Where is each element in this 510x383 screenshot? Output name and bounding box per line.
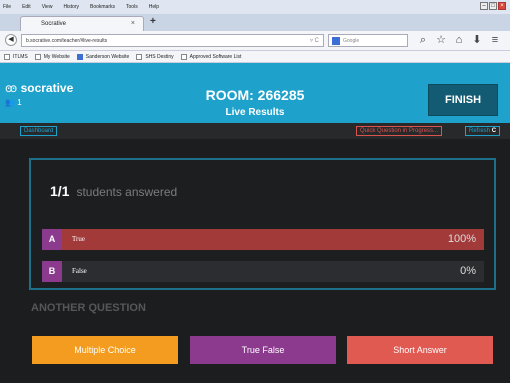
tab-strip: Socrative × + [0, 14, 510, 31]
reload-icon[interactable]: ▿ C [310, 37, 319, 44]
bookmark-my-website[interactable]: My Website [34, 53, 70, 60]
bookmark-sanderson-website[interactable]: Sanderson Website [76, 53, 129, 60]
bookmark-shs-destiny[interactable]: SHS Destiny [136, 53, 174, 60]
menu-view[interactable]: View [42, 4, 53, 10]
back-button[interactable]: ◀ [5, 34, 17, 46]
tab-socrative[interactable]: Socrative × [20, 16, 144, 31]
finish-button[interactable]: FINISH [428, 84, 498, 116]
page-icon [136, 53, 143, 60]
page-icon [4, 53, 10, 60]
answer-label: True [72, 235, 85, 243]
site-favicon-icon [76, 53, 83, 60]
answered-summary: 1/1 students answered [50, 183, 177, 199]
answer-row-b[interactable]: B False 0% [42, 261, 484, 282]
home-icon[interactable]: ⌂ [450, 34, 468, 47]
search-placeholder: Google [343, 37, 360, 44]
menu-icon[interactable]: ≡ [486, 34, 504, 47]
dashboard-button[interactable]: Dashboard [20, 126, 58, 136]
bookmarks-bar: ITLMS My Website Sanderson Website SHS D… [0, 51, 510, 63]
menu-edit[interactable]: Edit [22, 4, 31, 10]
answer-row-a[interactable]: A True 100% [42, 229, 484, 250]
refresh-label: Refresh [469, 128, 491, 134]
minimize-icon[interactable]: – [480, 2, 488, 10]
maximize-icon[interactable]: □ [489, 2, 497, 10]
search-engine-icon[interactable] [332, 36, 340, 45]
app-header: ꙭ socrative 👥 1 ROOM: 266285 Live Result… [0, 63, 510, 123]
refresh-icon: C [491, 128, 497, 134]
close-window-icon[interactable]: × [498, 2, 506, 10]
search-icon[interactable]: ⌕ [414, 34, 432, 47]
page-icon [34, 53, 41, 60]
download-icon[interactable]: ⬇ [468, 34, 486, 47]
main-content: 1/1 students answered A True 100% B Fals… [0, 139, 510, 383]
sub-nav: Dashboard Quick Question in Progress... … [0, 123, 510, 139]
results-panel: 1/1 students answered A True 100% B Fals… [29, 158, 496, 290]
menu-tools[interactable]: Tools [126, 4, 138, 10]
bookmark-star-icon[interactable]: ☆ [432, 34, 450, 47]
nav-bar: ◀ b.socrative.com/teacher/#live-results … [0, 31, 510, 51]
tab-close-icon[interactable]: × [131, 20, 135, 27]
answer-percent: 0% [460, 265, 476, 277]
answer-label: False [72, 267, 87, 275]
short-answer-button[interactable]: Short Answer [347, 336, 493, 364]
menu-bookmarks[interactable]: Bookmarks [90, 4, 115, 10]
url-text: b.socrative.com/teacher/#live-results [26, 37, 108, 44]
window-controls: – □ × [479, 2, 506, 10]
menu-history[interactable]: History [63, 4, 79, 10]
menu-bar: File Edit View History Bookmarks Tools H… [0, 0, 510, 14]
answered-fraction: 1/1 [50, 183, 70, 199]
search-input[interactable]: Google [328, 34, 408, 47]
menu-help[interactable]: Help [149, 4, 159, 10]
true-false-button[interactable]: True False [190, 336, 336, 364]
quick-question-status[interactable]: Quick Question in Progress... [356, 126, 443, 136]
refresh-button[interactable]: Refresh C [465, 126, 501, 136]
new-tab-button[interactable]: + [150, 16, 156, 27]
multiple-choice-button[interactable]: Multiple Choice [32, 336, 178, 364]
bookmark-approved-software[interactable]: Approved Software List [180, 53, 241, 60]
another-question-heading: ANOTHER QUESTION [31, 302, 146, 314]
answer-bar [62, 229, 484, 250]
url-bar[interactable]: b.socrative.com/teacher/#live-results ▿ … [21, 34, 324, 47]
menu-file[interactable]: File [3, 4, 11, 10]
answered-label: students answered [76, 185, 178, 199]
tab-label: Socrative [41, 21, 67, 27]
answer-percent: 100% [447, 233, 476, 245]
answer-letter: B [42, 261, 62, 282]
page-icon [180, 53, 187, 60]
answer-letter: A [42, 229, 62, 250]
toolbar-icons: ⌕ ☆ ⌂ ⬇ ≡ [414, 34, 504, 47]
bookmark-itlms[interactable]: ITLMS [4, 53, 28, 60]
